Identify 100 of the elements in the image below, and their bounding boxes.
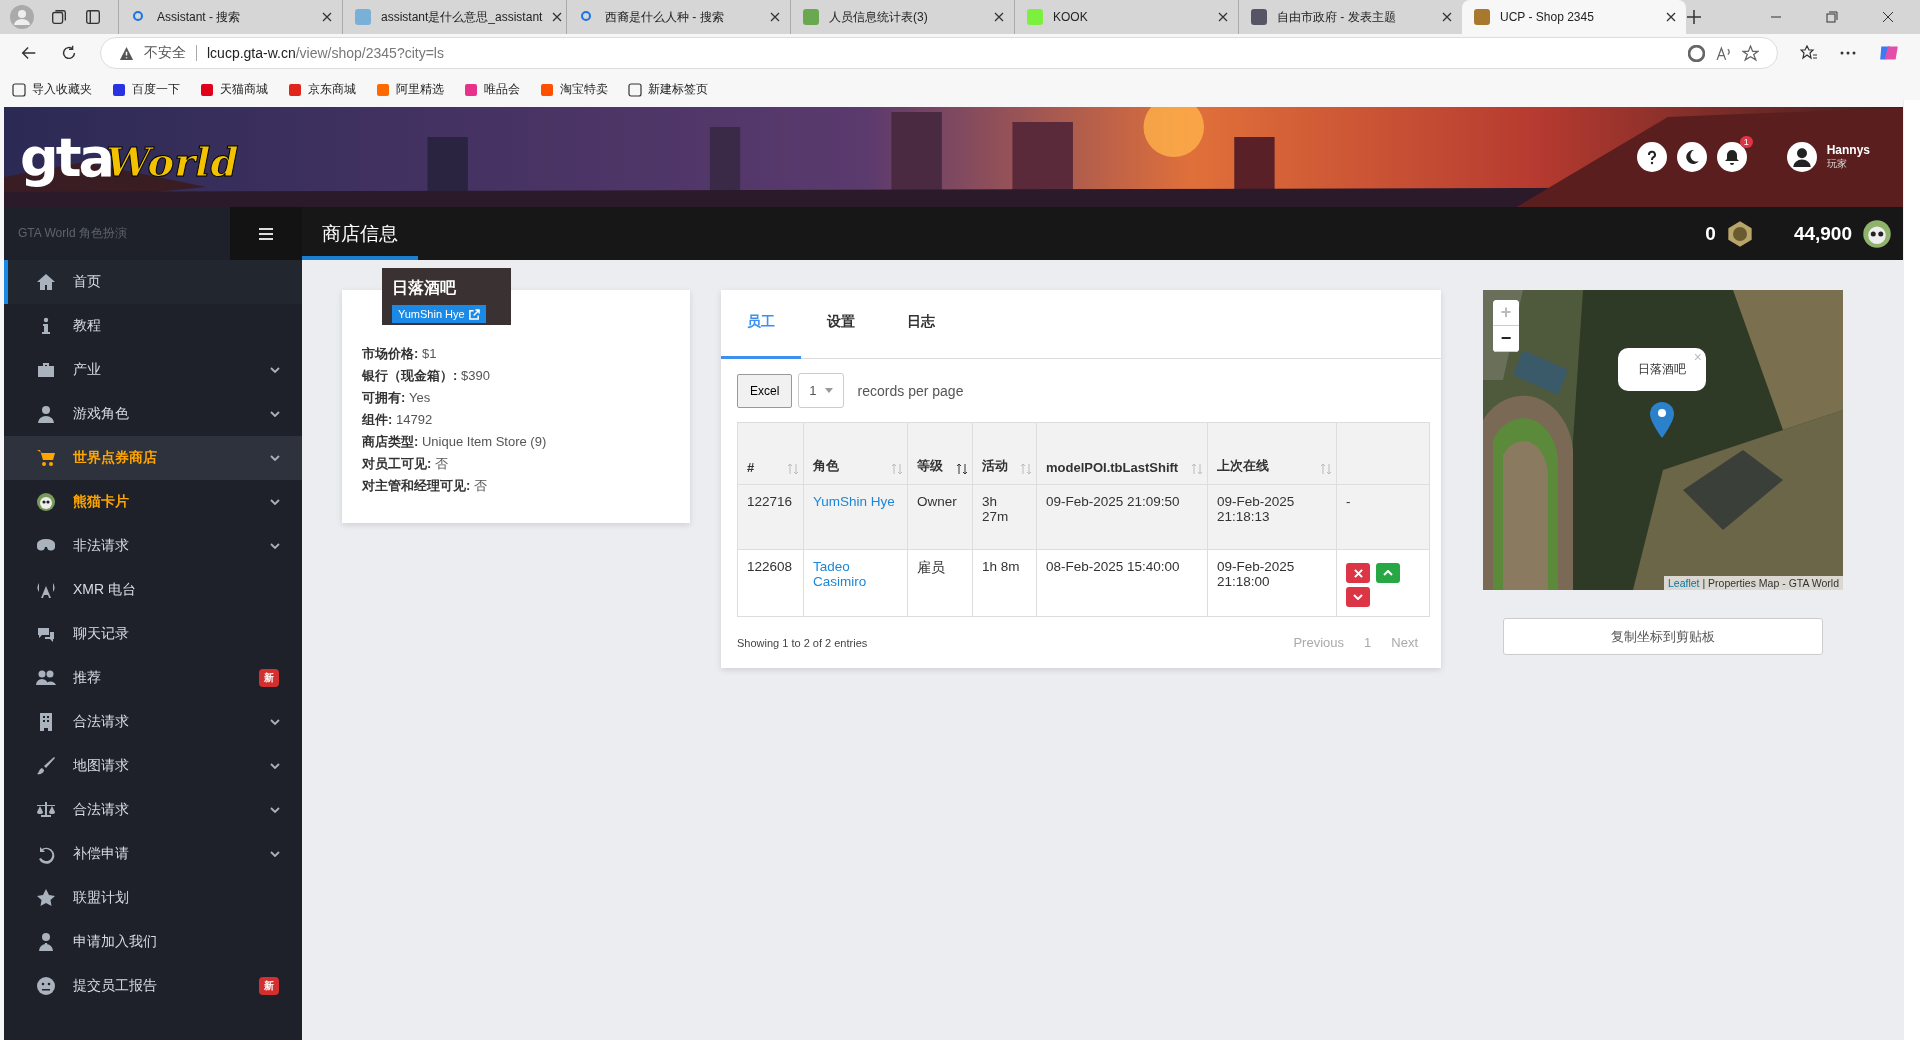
restore-icon[interactable] xyxy=(1826,11,1838,23)
excel-button[interactable]: Excel xyxy=(737,373,793,408)
bookmark-icon xyxy=(540,82,554,97)
sidebar-item[interactable]: 地图请求 xyxy=(4,744,302,788)
bookmark-icon xyxy=(628,82,642,97)
bookmark[interactable]: 新建标签页 xyxy=(628,81,708,98)
sidebar-item[interactable]: 合法请求 xyxy=(4,788,302,832)
scrollbar[interactable] xyxy=(1903,100,1920,1040)
column-header[interactable]: 角色 xyxy=(803,422,908,485)
badge-coin-icon xyxy=(1725,219,1754,248)
tab-actions-icon[interactable] xyxy=(84,8,102,26)
bookmark[interactable]: 京东商城 xyxy=(288,81,356,98)
shop-detail: 市场价格: $1 xyxy=(362,345,438,363)
sidebar-item[interactable]: 世界点券商店 xyxy=(4,436,302,480)
owner-link[interactable]: YumShin Hye xyxy=(392,305,486,323)
map-pin-icon[interactable] xyxy=(1650,402,1674,438)
column-header[interactable]: 上次在线 xyxy=(1207,422,1337,485)
bookmark[interactable]: 天猫商城 xyxy=(200,81,268,98)
caret-icon xyxy=(824,388,833,393)
star-icon[interactable] xyxy=(1742,44,1759,62)
sidebar-item[interactable]: 合法请求 xyxy=(4,700,302,744)
demote-button[interactable] xyxy=(1346,587,1370,607)
sidebar-item[interactable]: 提交员工报告 新 xyxy=(4,964,302,1008)
logo[interactable]: gtaWorld xyxy=(20,125,239,189)
page-size-select[interactable]: 1 xyxy=(798,373,844,408)
table-cell: - xyxy=(1336,484,1430,550)
sidebar-item[interactable]: 教程 xyxy=(4,304,302,348)
promote-button[interactable] xyxy=(1376,563,1400,583)
bookmark[interactable]: 唯品会 xyxy=(464,81,520,98)
users-icon xyxy=(35,668,57,688)
edge-icon[interactable] xyxy=(1688,44,1705,62)
new-tab-icon[interactable] xyxy=(1686,9,1702,25)
bookmark[interactable]: 阿里精选 xyxy=(376,81,444,98)
favorites-icon[interactable] xyxy=(1800,45,1818,61)
bookmark[interactable]: 淘宝特卖 xyxy=(540,81,608,98)
close-icon[interactable] xyxy=(552,12,563,22)
shop-detail: 组件: 14792 xyxy=(362,411,434,429)
copy-coordinates-button[interactable]: 复制坐标到剪贴板 xyxy=(1503,618,1823,655)
sidebar-item[interactable]: 聊天记录 xyxy=(4,612,302,656)
address-field[interactable]: 不安全 lcucp.gta-w.cn/view/shop/2345?city=ls xyxy=(100,37,1778,69)
sidebar-item[interactable]: 游戏角色 xyxy=(4,392,302,436)
brand-text: GTA World 角色扮演 xyxy=(18,225,127,242)
table-cell: 122716 xyxy=(737,484,804,550)
leaflet-link[interactable]: Leaflet xyxy=(1668,577,1700,589)
menu-button[interactable] xyxy=(230,207,302,260)
warning-icon xyxy=(119,45,134,61)
table-cell: Owner xyxy=(907,484,973,550)
bookmark[interactable]: 导入收藏夹 xyxy=(12,81,92,98)
remove-button[interactable] xyxy=(1346,563,1370,583)
brush-icon xyxy=(35,756,57,776)
chevron-icon xyxy=(270,851,280,857)
new-badge: 新 xyxy=(259,669,279,687)
external-link-icon xyxy=(468,308,480,320)
read-aloud-icon[interactable] xyxy=(1715,44,1732,62)
close-icon[interactable] xyxy=(994,12,1004,22)
table-cell: 雇员 xyxy=(907,549,973,617)
tab[interactable]: 日志 xyxy=(881,290,961,359)
sidebar-item[interactable]: 熊猫卡片 xyxy=(4,480,302,524)
column-header[interactable]: # xyxy=(737,422,804,485)
shop-detail: 对主管和经理可见: 否 xyxy=(362,477,488,495)
table-cell: 09-Feb-2025 21:18:00 xyxy=(1207,549,1337,617)
briefcase-icon xyxy=(35,360,57,380)
shop-detail: 商店类型: Unique Item Store (9) xyxy=(362,433,548,451)
sidebar-item[interactable]: XMR 电台 xyxy=(4,568,302,612)
bookmark-icon xyxy=(12,82,26,97)
sidebar-item[interactable]: 产业 xyxy=(4,348,302,392)
favicon-icon xyxy=(355,9,371,25)
close-icon[interactable] xyxy=(1442,12,1452,22)
close-icon[interactable] xyxy=(1882,11,1894,23)
column-header[interactable]: 等级 xyxy=(907,422,973,485)
close-icon[interactable] xyxy=(1218,12,1228,22)
column-header[interactable]: 活动 xyxy=(972,422,1037,485)
refresh-icon[interactable] xyxy=(60,44,78,62)
sidebar-item[interactable]: 非法请求 xyxy=(4,524,302,568)
back-icon[interactable] xyxy=(20,44,38,62)
page-size-label: records per page xyxy=(857,382,964,399)
shop-detail: 银行（现金箱）: $390 xyxy=(362,367,491,385)
popup-text: 日落酒吧 xyxy=(1638,361,1686,378)
table-cell: 3h 27m xyxy=(972,484,1037,550)
sidebar-item[interactable]: 首页 xyxy=(4,260,302,304)
close-icon[interactable] xyxy=(322,12,332,22)
sidebar-item[interactable]: 补偿申请 xyxy=(4,832,302,876)
map-attribution: | Properties Map - GTA World xyxy=(1702,577,1839,589)
close-icon[interactable] xyxy=(1666,12,1676,22)
more-icon[interactable] xyxy=(1840,51,1856,55)
user-name: Hannys xyxy=(1826,143,1870,157)
table-cell: 08-Feb-2025 15:40:00 xyxy=(1036,549,1208,617)
sidebar-item[interactable]: 推荐 新 xyxy=(4,656,302,700)
sidebar-item[interactable]: 联盟计划 xyxy=(4,876,302,920)
bookmark-icon xyxy=(288,82,302,97)
avatar-icon[interactable] xyxy=(1786,142,1817,172)
browser-tab[interactable]: UCP - Shop 2345 xyxy=(1462,0,1686,34)
shop-detail: 对员工可见: 否 xyxy=(362,455,449,473)
bookmark-icon xyxy=(112,82,126,97)
tab[interactable]: 设置 xyxy=(801,290,881,359)
column-header[interactable]: modelPOI.tbLastShift xyxy=(1036,422,1208,485)
close-icon[interactable] xyxy=(770,12,780,22)
collections-icon[interactable] xyxy=(50,8,68,26)
bookmark[interactable]: 百度一下 xyxy=(112,81,180,98)
sidebar-item[interactable]: 申请加入我们 xyxy=(4,920,302,964)
